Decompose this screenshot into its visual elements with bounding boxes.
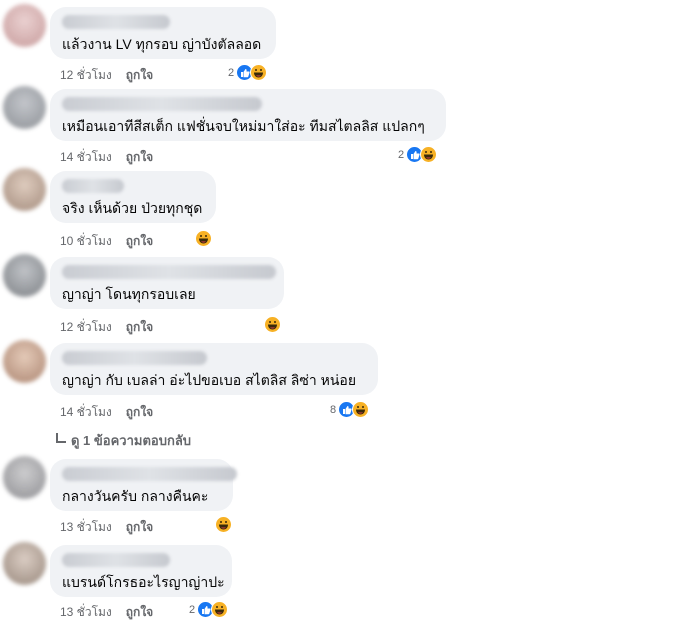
timestamp[interactable]: 13 ชั่วโมง <box>60 603 112 622</box>
reaction-summary[interactable]: 2 <box>398 146 438 163</box>
comment-meta: 12 ชั่วโมง ถูกใจ <box>60 318 153 337</box>
avatar[interactable] <box>3 542 46 585</box>
like-button[interactable]: ถูกใจ <box>126 232 153 251</box>
haha-icon <box>195 230 212 247</box>
haha-icon <box>250 64 268 81</box>
comment-meta: 13 ชั่วโมง ถูกใจ <box>60 518 153 537</box>
comment-text: จริง เห็นด้วย ป่วยทุกชุด <box>62 200 203 216</box>
commenter-name-blurred[interactable] <box>62 467 237 481</box>
comment-text: แล้วงาน LV ทุกรอบ ญ่าบังตัลลอด <box>62 36 262 52</box>
commenter-name-blurred[interactable] <box>62 179 124 193</box>
comment-bubble: จริง เห็นด้วย ป่วยทุกชุด <box>50 171 216 223</box>
reaction-summary[interactable] <box>215 516 232 533</box>
avatar[interactable] <box>3 86 46 129</box>
comment-bubble: แล้วงาน LV ทุกรอบ ญ่าบังตัลลอด <box>50 7 276 59</box>
avatar[interactable] <box>3 340 46 383</box>
comment-bubble: กลางวันครับ กลางคืนคะ <box>50 459 237 511</box>
comment-text: กลางวันครับ กลางคืนคะ <box>62 488 209 504</box>
commenter-name-blurred[interactable] <box>62 97 262 111</box>
reaction-summary[interactable]: 2 <box>189 601 229 618</box>
haha-icon <box>352 401 370 418</box>
comment-text: เหมือนเอาทีสีสเต็ก แฟชั่นจบใหม่มาใส่อะ ท… <box>62 118 425 134</box>
view-replies-label: ดู 1 ข้อความตอบกลับ <box>71 433 192 448</box>
timestamp[interactable]: 14 ชั่วโมง <box>60 148 112 167</box>
commenter-name-blurred[interactable] <box>62 265 276 279</box>
comment-meta: 14 ชั่วโมง ถูกใจ <box>60 148 153 167</box>
haha-icon <box>264 316 281 333</box>
timestamp[interactable]: 14 ชั่วโมง <box>60 403 112 422</box>
view-replies-link[interactable]: ดู 1 ข้อความตอบกลับ <box>56 430 191 451</box>
reaction-count: 2 <box>398 148 405 161</box>
reaction-count: 8 <box>330 403 337 416</box>
comment-bubble: เหมือนเอาทีสีสเต็ก แฟชั่นจบใหม่มาใส่อะ ท… <box>50 89 446 141</box>
haha-icon <box>211 601 229 618</box>
comment-bubble: ญาญ่า โดนทุกรอบเลย <box>50 257 284 309</box>
reaction-summary[interactable]: 2 <box>228 64 268 81</box>
reply-arrow-icon <box>56 432 66 443</box>
haha-icon <box>420 146 438 163</box>
timestamp[interactable]: 10 ชั่วโมง <box>60 232 112 251</box>
avatar[interactable] <box>3 456 46 499</box>
avatar[interactable] <box>3 254 46 297</box>
timestamp[interactable]: 13 ชั่วโมง <box>60 518 112 537</box>
avatar[interactable] <box>3 168 46 211</box>
commenter-name-blurred[interactable] <box>62 351 207 365</box>
comment-bubble: ญาญ่า กับ เบลล่า อ่ะไปขอเบอ สไตลิส ลิซ่า… <box>50 343 378 395</box>
comment-meta: 13 ชั่วโมง ถูกใจ <box>60 603 153 622</box>
like-button[interactable]: ถูกใจ <box>126 318 153 337</box>
like-button[interactable]: ถูกใจ <box>126 518 153 537</box>
reaction-count: 2 <box>189 603 196 616</box>
reaction-summary[interactable]: 8 <box>330 401 370 418</box>
commenter-name-blurred[interactable] <box>62 553 170 567</box>
reaction-summary[interactable] <box>264 316 281 333</box>
like-button[interactable]: ถูกใจ <box>126 148 153 167</box>
reaction-count: 2 <box>228 66 235 79</box>
comment-meta: 14 ชั่วโมง ถูกใจ <box>60 403 153 422</box>
timestamp[interactable]: 12 ชั่วโมง <box>60 66 112 85</box>
haha-icon <box>215 516 232 533</box>
comment-text: ญาญ่า กับ เบลล่า อ่ะไปขอเบอ สไตลิส ลิซ่า… <box>62 372 357 388</box>
comment-text: แบรนด์โกรธอะไรญาญ่าปะ <box>62 574 225 590</box>
like-button[interactable]: ถูกใจ <box>126 603 153 622</box>
reaction-summary[interactable] <box>195 230 212 247</box>
like-button[interactable]: ถูกใจ <box>126 66 153 85</box>
commenter-name-blurred[interactable] <box>62 15 170 29</box>
comment-text: ญาญ่า โดนทุกรอบเลย <box>62 286 196 302</box>
comment-meta: 12 ชั่วโมง ถูกใจ <box>60 66 153 85</box>
avatar[interactable] <box>3 4 46 47</box>
like-button[interactable]: ถูกใจ <box>126 403 153 422</box>
timestamp[interactable]: 12 ชั่วโมง <box>60 318 112 337</box>
comment-bubble: แบรนด์โกรธอะไรญาญ่าปะ <box>50 545 232 597</box>
comment-meta: 10 ชั่วโมง ถูกใจ <box>60 232 153 251</box>
